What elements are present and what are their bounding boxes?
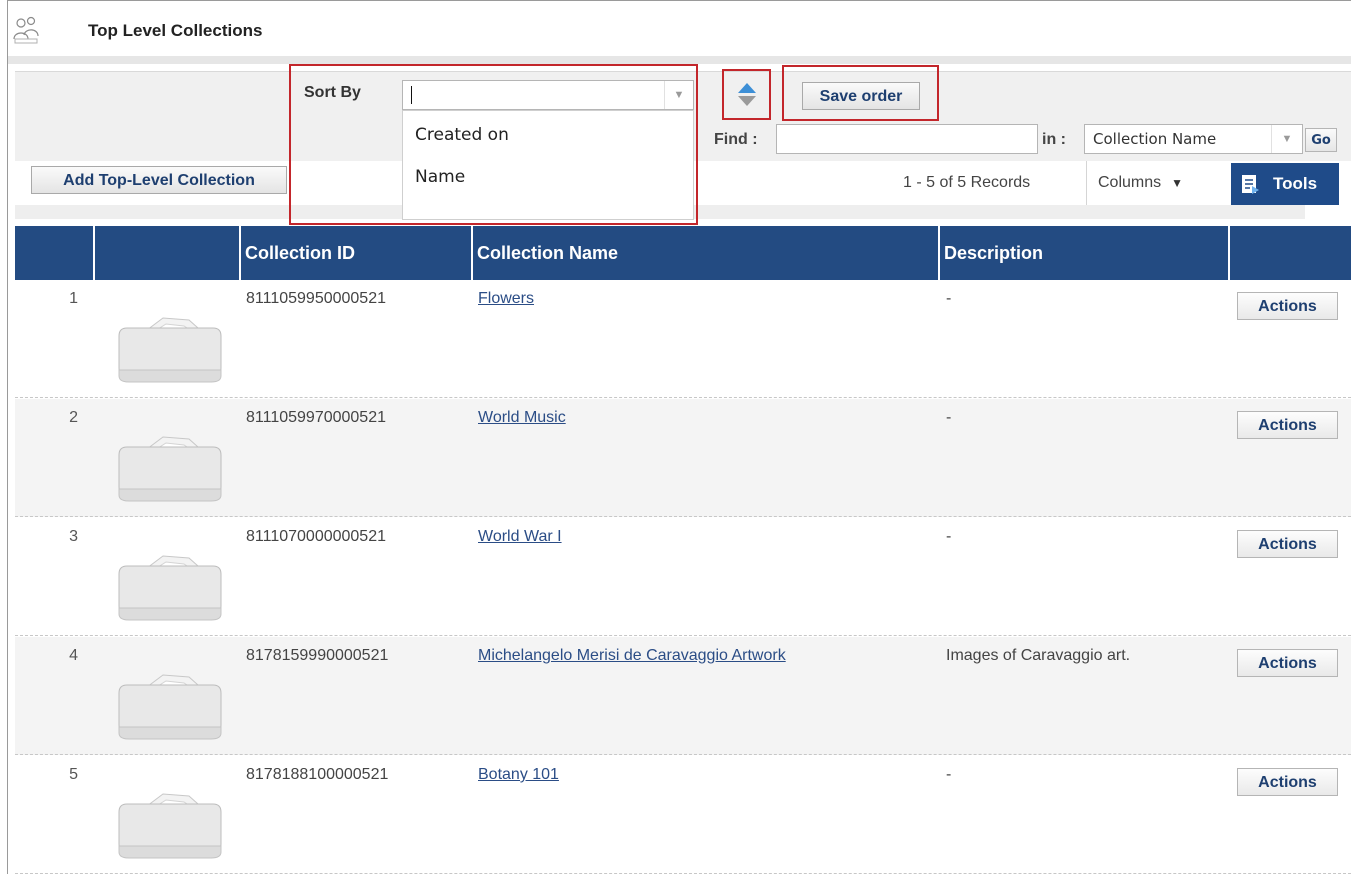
caret-down-icon: ▼ (1171, 176, 1184, 190)
collection-description: - (946, 766, 952, 783)
actions-button[interactable]: Actions (1237, 649, 1338, 677)
collection-description: - (946, 290, 952, 307)
collection-thumbnail-icon[interactable] (111, 772, 227, 860)
table-row: 5 8178188100000521 Botany 101 - Actions (15, 756, 1351, 874)
direction-highlight-box (722, 69, 771, 120)
search-field-select[interactable]: Collection Name ▼ (1084, 124, 1303, 154)
collection-description: - (946, 528, 952, 545)
page-title: Top Level Collections (88, 21, 263, 40)
title-bar: Top Level Collections (8, 1, 1351, 56)
actions-button[interactable]: Actions (1237, 292, 1338, 320)
collection-id: 8111059950000521 (246, 290, 386, 307)
records-count: 1 - 5 of 5 Records (903, 174, 1031, 191)
title-separator (8, 56, 1351, 64)
collection-id: 8178159990000521 (246, 647, 389, 664)
collection-thumbnail-icon[interactable] (111, 534, 227, 622)
collection-thumbnail-icon[interactable] (111, 653, 227, 741)
chevron-down-icon[interactable]: ▼ (1271, 125, 1302, 153)
row-number: 3 (69, 528, 78, 545)
save-highlight-box (782, 65, 939, 121)
actions-button[interactable]: Actions (1237, 530, 1338, 558)
table-header: Collection ID Collection Name Descriptio… (15, 226, 1351, 280)
collection-description: Images of Caravaggio art. (946, 647, 1131, 664)
find-input[interactable] (776, 124, 1038, 154)
go-button[interactable]: Go (1305, 128, 1337, 152)
header-thumbnail (93, 226, 239, 280)
collection-thumbnail-icon[interactable] (111, 296, 227, 384)
collection-name-link[interactable]: Botany 101 (478, 766, 559, 784)
actions-button[interactable]: Actions (1237, 768, 1338, 796)
row-number: 1 (69, 290, 78, 307)
export-sheet-icon (1242, 175, 1259, 194)
sort-highlight-box (289, 64, 698, 225)
collection-name-link[interactable]: Michelangelo Merisi de Caravaggio Artwor… (478, 647, 786, 665)
table-row: 2 8111059970000521 World Music - Actions (15, 399, 1351, 517)
find-label: Find : (714, 131, 758, 148)
header-description[interactable]: Description (938, 226, 1228, 280)
search-field-value: Collection Name (1093, 130, 1217, 148)
collection-name-link[interactable]: World Music (478, 409, 566, 427)
actions-button[interactable]: Actions (1237, 411, 1338, 439)
tools-label: Tools (1273, 174, 1318, 193)
people-icon (13, 16, 39, 44)
header-actions (1228, 226, 1351, 280)
collection-name-link[interactable]: Flowers (478, 290, 534, 308)
table-row: 1 8111059950000521 Flowers - Actions (15, 280, 1351, 398)
in-label: in : (1042, 131, 1066, 148)
add-top-level-collection-button[interactable]: Add Top-Level Collection (31, 166, 287, 194)
collection-id: 8111059970000521 (246, 409, 386, 426)
columns-label: Columns (1098, 174, 1162, 191)
collection-name-link[interactable]: World War I (478, 528, 562, 546)
row-number: 2 (69, 409, 78, 426)
collection-id: 8111070000000521 (246, 528, 386, 545)
collection-description: - (946, 409, 952, 426)
row-number: 5 (69, 766, 78, 783)
toolbar-divider (1086, 161, 1087, 205)
collection-id: 8178188100000521 (246, 766, 389, 783)
header-collection-id[interactable]: Collection ID (239, 226, 471, 280)
header-collection-name[interactable]: Collection Name (471, 226, 938, 280)
columns-menu[interactable]: Columns ▼ (1098, 174, 1183, 192)
table-row: 3 8111070000000521 World War I - Actions (15, 518, 1351, 636)
table-row: 4 8178159990000521 Michelangelo Merisi d… (15, 637, 1351, 755)
collection-thumbnail-icon[interactable] (111, 415, 227, 503)
tools-button[interactable]: Tools (1231, 163, 1339, 205)
header-number (15, 226, 93, 280)
row-number: 4 (69, 647, 78, 664)
